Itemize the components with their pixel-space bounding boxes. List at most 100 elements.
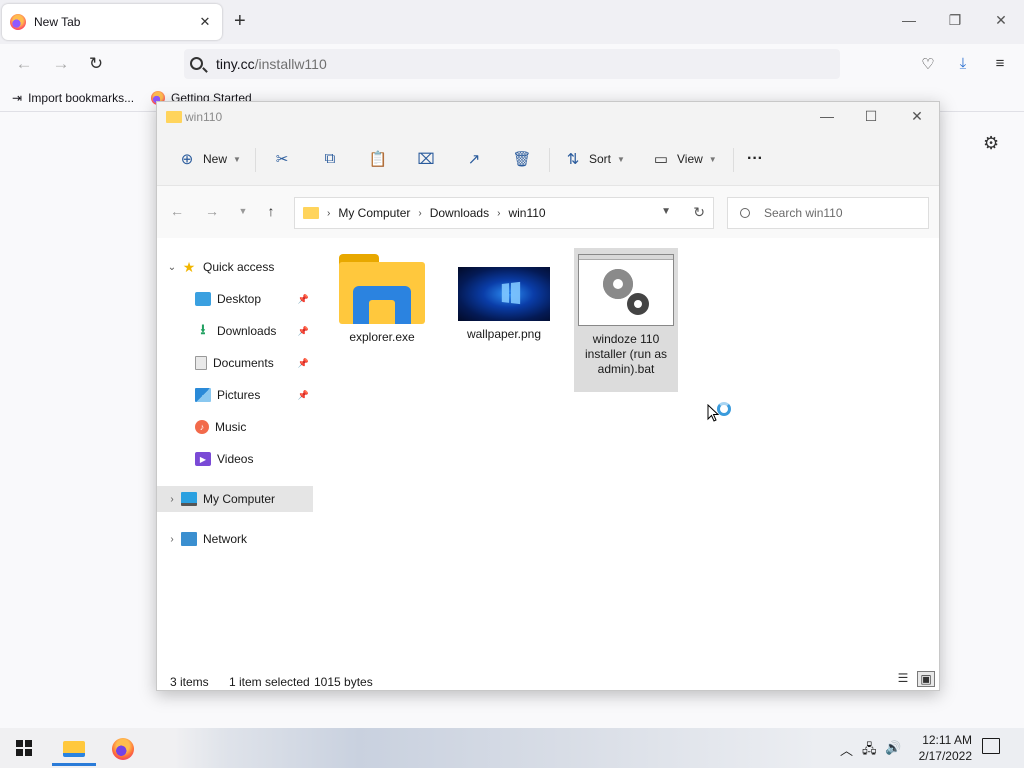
star-icon: ★ [182, 258, 196, 275]
address-row: ← → ▼ ↑ › My Computer › Downloads › win1… [157, 186, 939, 238]
file-name: explorer.exe [349, 330, 415, 344]
chevron-up-icon[interactable]: ︿ [840, 740, 853, 759]
reload-icon[interactable]: ↻ [85, 54, 107, 74]
file-item-wallpaper-png[interactable]: wallpaper.png [452, 248, 556, 342]
breadcrumb-win110[interactable]: win110 [508, 206, 545, 220]
more-options-button[interactable]: ··· [747, 150, 763, 168]
volume-icon[interactable]: 🔊 [885, 740, 901, 756]
nav-label: Music [215, 420, 247, 434]
browser-tab[interactable]: New Tab ✕ [2, 4, 222, 40]
chevron-down-icon: ▼ [708, 154, 717, 164]
pocket-icon[interactable]: ♡ [918, 55, 938, 73]
maximize-icon[interactable]: ☐ [861, 108, 881, 125]
close-window-icon[interactable]: ✕ [991, 12, 1011, 29]
nav-item-desktop[interactable]: Desktop 📌 [157, 286, 313, 312]
folder-icon [303, 207, 319, 219]
pictures-icon [195, 388, 211, 402]
browser-tab-bar: New Tab ✕ + — ❐ ✕ [0, 0, 1024, 44]
file-item-explorer-exe[interactable]: explorer.exe [330, 248, 434, 345]
start-button[interactable] [16, 740, 32, 756]
network-icon[interactable]: 🖧 [862, 740, 877, 762]
download-icon[interactable]: ⤓ [953, 55, 973, 72]
divider [549, 148, 550, 172]
nav-label: Network [203, 532, 248, 546]
chevron-right-icon[interactable]: › [163, 534, 181, 545]
address-bar[interactable]: › My Computer › Downloads › win110 ▼ ↻ [294, 197, 714, 229]
trash-icon: 🗑 [512, 151, 532, 168]
minimize-icon[interactable]: — [899, 12, 919, 28]
cut-button[interactable]: ✂ [272, 150, 292, 168]
sort-button[interactable]: ⇅ Sort ▼ [563, 150, 625, 168]
search-box[interactable]: Search win110 [727, 197, 929, 229]
breadcrumb-my-computer[interactable]: My Computer [338, 206, 410, 220]
pin-icon: 📌 [297, 357, 309, 368]
download-arrow-icon: ⭳ [200, 321, 206, 337]
share-button[interactable]: ↗ [464, 150, 484, 168]
details-view-icon[interactable]: ☰ [894, 671, 912, 687]
new-button[interactable]: ⊕ New ▼ [177, 150, 241, 168]
clock[interactable]: 12:11 AM 2/17/2022 [906, 732, 972, 764]
chevron-down-icon[interactable]: ⌄ [163, 262, 181, 273]
forward-icon[interactable]: → [50, 54, 72, 74]
large-icons-view-icon[interactable]: ▣ [917, 671, 935, 687]
chevron-down-icon: ▼ [233, 154, 241, 164]
plus-circle-icon: ⊕ [180, 151, 194, 168]
back-icon[interactable]: ← [13, 54, 35, 74]
settings-gear-icon[interactable]: ⚙ [983, 133, 999, 154]
notifications-icon[interactable] [982, 738, 1000, 754]
chevron-right-icon: › [327, 207, 331, 219]
refresh-icon[interactable]: ↻ [693, 204, 705, 221]
up-icon[interactable]: ↑ [261, 203, 281, 219]
rename-button[interactable]: ⌧ [416, 150, 436, 168]
breadcrumb-downloads[interactable]: Downloads [430, 206, 489, 220]
file-explorer-window: win110 — ☐ ✕ ⊕ New ▼ ✂ ⧉ 📋 ⌧ ↗ 🗑 ⇅ Sort … [156, 101, 940, 691]
forward-icon[interactable]: → [202, 203, 222, 219]
nav-label: Videos [217, 452, 254, 466]
file-item-installer-bat[interactable]: windoze 110 installer (run as admin).bat [574, 248, 678, 392]
close-icon[interactable]: ✕ [907, 108, 927, 125]
taskbar: ︿ 🖧 🔊 12:11 AM 2/17/2022 [0, 728, 1024, 768]
sort-icon: ⇅ [566, 151, 580, 168]
view-button[interactable]: ▭ View ▼ [651, 150, 717, 168]
nav-label: Desktop [217, 292, 262, 306]
taskbar-file-explorer[interactable] [52, 732, 96, 766]
close-tab-icon[interactable]: ✕ [196, 14, 214, 30]
nav-item-music[interactable]: ♪ Music [157, 414, 313, 440]
new-tab-button[interactable]: + [234, 10, 246, 32]
nav-item-network[interactable]: › Network [157, 526, 313, 552]
clock-date: 2/17/2022 [918, 749, 972, 763]
nav-item-videos[interactable]: ▶ Videos [157, 446, 313, 472]
url-bar[interactable]: tiny.cc/installw110 [184, 49, 840, 79]
nav-item-my-computer[interactable]: › My Computer [157, 486, 313, 512]
taskbar-firefox[interactable] [101, 732, 145, 766]
share-icon: ↗ [467, 151, 481, 168]
back-icon[interactable]: ← [167, 203, 187, 219]
delete-button[interactable]: 🗑 [512, 150, 532, 168]
firefox-icon [112, 738, 134, 760]
paste-button[interactable]: 📋 [368, 150, 388, 168]
status-bar: 3 items 1 item selected 1015 bytes ☰ ▣ [157, 668, 939, 690]
file-explorer-icon [63, 741, 85, 757]
chevron-right-icon: › [497, 207, 501, 219]
pin-icon: 📌 [297, 293, 309, 304]
recent-locations-icon[interactable]: ▼ [233, 206, 253, 216]
firefox-icon [10, 14, 26, 30]
nav-item-pictures[interactable]: Pictures 📌 [157, 382, 313, 408]
nav-item-documents[interactable]: Documents 📌 [157, 350, 313, 376]
minimize-icon[interactable]: — [817, 108, 837, 124]
nav-label: Documents [213, 356, 274, 370]
divider [255, 148, 256, 172]
import-bookmarks-link[interactable]: ⇥ Import bookmarks... [12, 91, 134, 105]
nav-item-downloads[interactable]: ⭳ Downloads 📌 [157, 318, 313, 344]
menu-icon[interactable]: ≡ [990, 55, 1010, 72]
paste-icon: 📋 [368, 151, 388, 168]
copy-button[interactable]: ⧉ [320, 150, 340, 167]
url-path: /installw110 [254, 56, 327, 72]
network-icon [181, 532, 197, 546]
chevron-right-icon[interactable]: › [163, 494, 181, 505]
busy-cursor-icon [707, 402, 731, 427]
explorer-title-bar[interactable]: win110 — ☐ ✕ [157, 102, 939, 132]
chevron-down-icon[interactable]: ▼ [661, 206, 671, 217]
restore-icon[interactable]: ❐ [945, 12, 965, 29]
nav-quick-access[interactable]: ⌄ ★ Quick access [157, 254, 313, 280]
